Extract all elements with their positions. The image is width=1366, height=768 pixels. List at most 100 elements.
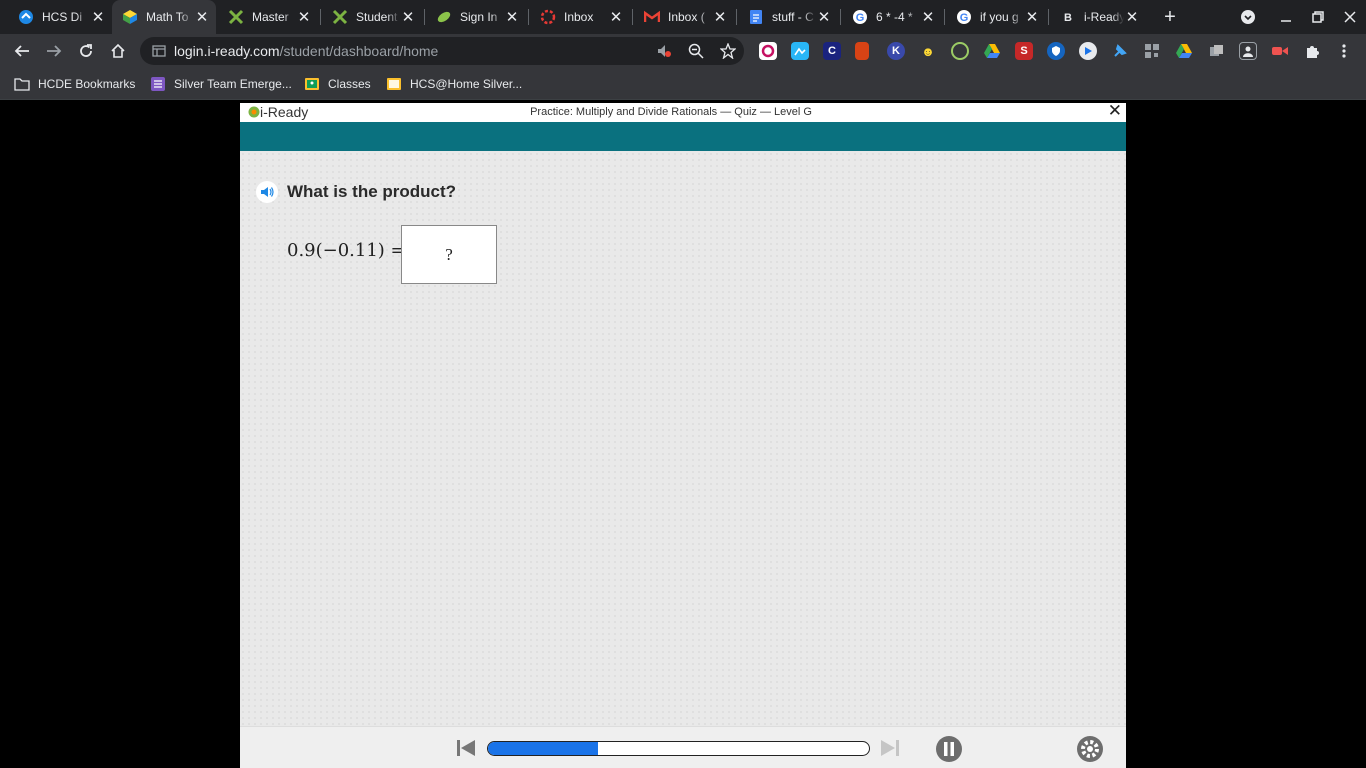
reload-button[interactable]: [73, 38, 99, 64]
tab-title: Student: [356, 10, 398, 24]
tab-title: if you g: [980, 10, 1019, 24]
book-extension-icon[interactable]: [855, 42, 869, 60]
cube-icon: [122, 9, 138, 25]
tab-title: Master: [252, 10, 289, 24]
settings-gear-icon[interactable]: [1076, 735, 1104, 763]
bookmark-silver-team[interactable]: Silver Team Emerge...: [150, 68, 292, 100]
camera-extension-icon[interactable]: [759, 42, 777, 60]
close-icon[interactable]: ✕: [90, 9, 106, 26]
close-icon[interactable]: ✕: [400, 9, 416, 26]
zoom-icon[interactable]: [688, 43, 704, 64]
tab-title: 6 * -4 *: [876, 10, 913, 24]
speaker-icon[interactable]: [256, 181, 278, 203]
shield-extension-icon[interactable]: [1047, 42, 1065, 60]
close-icon[interactable]: ✕: [1124, 9, 1140, 26]
close-lesson-button[interactable]: ✕: [1108, 101, 1122, 121]
skip-back-icon[interactable]: [455, 738, 477, 758]
lesson-footer: [240, 726, 1126, 768]
kebab-menu-icon[interactable]: [1335, 42, 1353, 60]
close-icon[interactable]: ✕: [816, 9, 832, 26]
timer-extension-icon[interactable]: [951, 42, 969, 60]
ring-icon: [540, 9, 556, 25]
tab-inbox-1[interactable]: Inbox ✕: [530, 0, 630, 34]
close-icon[interactable]: ✕: [1024, 9, 1040, 26]
tab-title: Math To: [146, 10, 189, 24]
tab-strip: HCS Di ✕ Math To ✕ Master ✕ Student ✕ Si…: [0, 0, 1366, 34]
list-icon: [150, 76, 166, 92]
progress-fill: [488, 742, 599, 755]
home-button[interactable]: [105, 38, 131, 64]
tab-separator: [840, 9, 841, 25]
tab-separator: [632, 9, 633, 25]
c-extension-icon[interactable]: C: [823, 42, 841, 60]
minimize-button[interactable]: [1274, 5, 1298, 29]
tab-student[interactable]: Student ✕: [322, 0, 422, 34]
tab-title: Inbox: [564, 10, 594, 24]
tab-inbox-2[interactable]: Inbox ( ✕: [634, 0, 734, 34]
tab-title: HCS Di: [42, 10, 83, 24]
browser-toolbar: login.i-ready.com/student/dashboard/home…: [0, 34, 1366, 68]
site-info-icon[interactable]: [152, 43, 166, 64]
url-path: /student/dashboard/home: [279, 43, 439, 59]
tab-sign-in[interactable]: Sign In ✕: [426, 0, 526, 34]
play-extension-icon[interactable]: [1079, 42, 1097, 60]
svg-text:B: B: [1064, 12, 1072, 24]
svg-text:G: G: [960, 12, 969, 24]
muted-icon[interactable]: [656, 43, 672, 64]
forward-button[interactable]: [41, 38, 67, 64]
restore-button[interactable]: [1306, 5, 1330, 29]
screenshot-extension-icon[interactable]: [791, 42, 809, 60]
tab-master[interactable]: Master ✕: [218, 0, 318, 34]
windows-extension-icon[interactable]: [1207, 42, 1225, 60]
tab-stuff[interactable]: stuff - C ✕: [738, 0, 838, 34]
close-icon[interactable]: ✕: [194, 9, 210, 26]
hcs-icon: [18, 9, 34, 25]
s-extension-icon[interactable]: S: [1015, 42, 1033, 60]
docs-icon: [748, 9, 764, 25]
pause-icon[interactable]: [935, 735, 963, 763]
bookmark-hcs-home[interactable]: HCS@Home Silver...: [386, 68, 522, 100]
tab-google-search-1[interactable]: G 6 * -4 * ✕: [842, 0, 942, 34]
record-extension-icon[interactable]: [1271, 42, 1289, 60]
back-button[interactable]: [9, 38, 35, 64]
question-area: What is the product? 0.9(−0.11) = ?: [240, 151, 1126, 726]
address-bar[interactable]: login.i-ready.com/student/dashboard/home: [140, 37, 744, 65]
google-icon: G: [852, 9, 868, 25]
qr-extension-icon[interactable]: [1143, 42, 1161, 60]
new-tab-button[interactable]: +: [1158, 5, 1182, 29]
lesson-header: i-Ready Practice: Multiply and Divide Ra…: [240, 101, 1126, 122]
owl-extension-icon[interactable]: ☻: [919, 42, 937, 60]
close-icon[interactable]: ✕: [608, 9, 624, 26]
k-extension-icon[interactable]: K: [887, 42, 905, 60]
url-host: login.i-ready.com: [174, 43, 280, 59]
lesson-title: Practice: Multiply and Divide Rationals …: [530, 106, 812, 118]
tab-hcs[interactable]: HCS Di ✕: [8, 0, 112, 34]
extensions-puzzle-icon[interactable]: [1303, 42, 1321, 60]
green-cross-icon: [332, 9, 348, 25]
tab-math[interactable]: Math To ✕: [112, 0, 216, 34]
tab-title: Sign In: [460, 10, 498, 24]
close-window-button[interactable]: [1338, 5, 1362, 29]
url-text: login.i-ready.com/student/dashboard/home: [174, 37, 438, 65]
drive-extension-icon[interactable]: [983, 42, 1001, 60]
tab-google-search-2[interactable]: G if you g ✕: [946, 0, 1046, 34]
skip-forward-icon[interactable]: [879, 738, 901, 758]
person-extension-icon[interactable]: [1239, 42, 1257, 60]
tab-title: Inbox (: [668, 10, 705, 24]
tab-search-button[interactable]: [1236, 5, 1260, 29]
close-icon[interactable]: ✕: [504, 9, 520, 26]
tab-title: i-Ready: [1084, 10, 1124, 24]
math-expression: 0.9(−0.11) =: [287, 240, 406, 261]
bookmarks-bar: HCDE Bookmarks Silver Team Emerge... Cla…: [0, 68, 1366, 100]
answer-input[interactable]: ?: [401, 225, 497, 284]
close-icon[interactable]: ✕: [712, 9, 728, 26]
close-icon[interactable]: ✕: [920, 9, 936, 26]
tab-iready[interactable]: B i-Ready ✕: [1050, 0, 1146, 34]
pin-extension-icon[interactable]: [1111, 42, 1129, 60]
tab-title: stuff - C: [772, 10, 814, 24]
bookmark-classes[interactable]: Classes: [304, 68, 371, 100]
drive-extension-icon[interactable]: [1175, 42, 1193, 60]
bookmark-star-icon[interactable]: [719, 42, 737, 64]
bookmark-hcde[interactable]: HCDE Bookmarks: [14, 68, 135, 100]
close-icon[interactable]: ✕: [296, 9, 312, 26]
